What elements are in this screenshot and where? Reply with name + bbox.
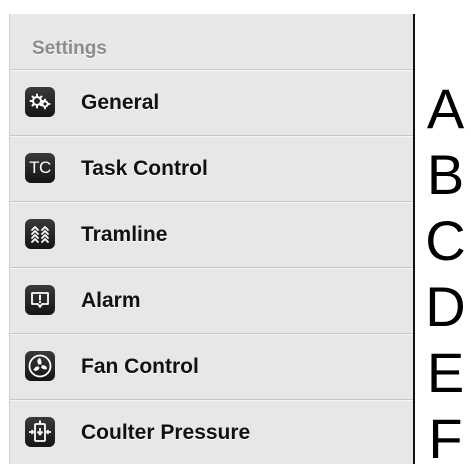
settings-title: Settings <box>32 38 107 59</box>
menu-item-label: General <box>81 91 160 114</box>
settings-panel: Settings General TC Task Control Tramlin… <box>9 14 415 464</box>
gears-icon <box>25 87 55 117</box>
menu-item-task-control[interactable]: TC Task Control <box>10 136 413 202</box>
coulter-pressure-icon <box>25 417 55 447</box>
menu-item-label: Fan Control <box>81 355 199 378</box>
menu-item-label: Coulter Pressure <box>81 421 251 444</box>
annotation-letter: C <box>425 209 466 272</box>
tramline-icon <box>25 219 55 249</box>
menu-item-coulter-pressure[interactable]: Coulter Pressure <box>10 400 413 466</box>
annotation-letters: A B C D E F <box>420 76 471 472</box>
menu-item-label: Task Control <box>81 157 208 180</box>
annotation-letter: B <box>426 143 465 206</box>
menu-item-general[interactable]: General <box>10 70 413 136</box>
fan-icon <box>25 351 55 381</box>
annotation-letter: D <box>425 275 466 338</box>
menu-item-label: Tramline <box>81 223 168 246</box>
menu-item-label: Alarm <box>81 289 141 312</box>
task-control-icon-text: TC <box>29 158 51 177</box>
task-control-icon: TC <box>25 153 55 183</box>
menu-item-tramline[interactable]: Tramline <box>10 202 413 268</box>
annotation-letter: E <box>426 341 465 404</box>
settings-header: Settings <box>10 14 413 70</box>
annotation-letter: F <box>428 407 463 470</box>
alarm-icon <box>25 285 55 315</box>
menu-item-alarm[interactable]: Alarm <box>10 268 413 334</box>
menu-item-fan-control[interactable]: Fan Control <box>10 334 413 400</box>
annotation-letter: A <box>426 77 465 140</box>
